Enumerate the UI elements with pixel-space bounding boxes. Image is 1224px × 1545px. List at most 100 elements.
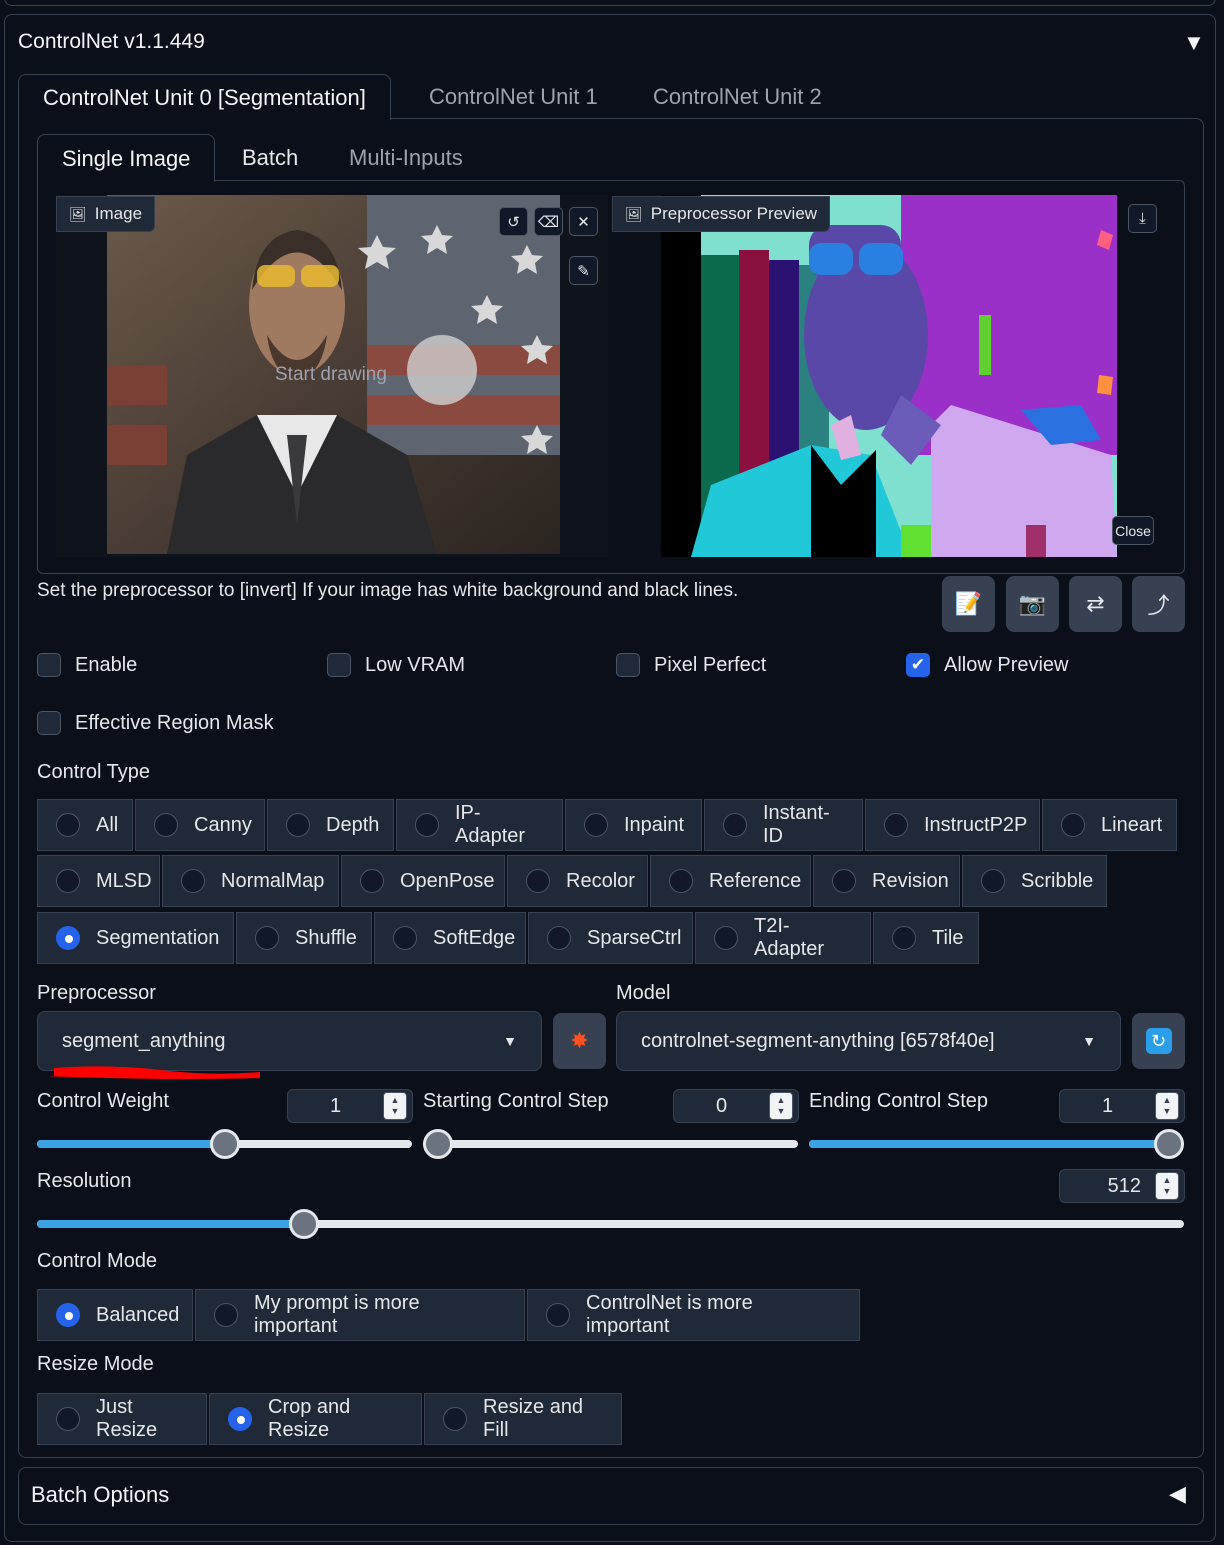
- control-type-sparsectrl[interactable]: SparseCtrl: [528, 912, 693, 964]
- radio-dot[interactable]: [181, 869, 205, 893]
- control-type-revision[interactable]: Revision: [813, 855, 960, 907]
- eraser-icon[interactable]: ⌫: [534, 207, 563, 236]
- control-type-inpaint[interactable]: Inpaint: [565, 799, 702, 851]
- spinner-icon[interactable]: ▲ ▼: [1155, 1172, 1179, 1200]
- radio-dot[interactable]: [393, 926, 417, 950]
- checkmark-icon[interactable]: ✔: [906, 653, 930, 677]
- slider-thumb[interactable]: [423, 1129, 453, 1159]
- effective-region-mask-checkbox[interactable]: Effective Region Mask: [37, 711, 274, 735]
- radio-dot[interactable]: [255, 926, 279, 950]
- radio-dot[interactable]: [884, 813, 908, 837]
- spinner-icon[interactable]: ▲ ▼: [1155, 1092, 1179, 1120]
- control-type-mlsd[interactable]: MLSD: [37, 855, 160, 907]
- spinner-icon[interactable]: ▲ ▼: [383, 1092, 407, 1120]
- ending-step-input[interactable]: 1 ▲ ▼: [1059, 1089, 1185, 1123]
- checkbox-box[interactable]: [37, 653, 61, 677]
- resize-mode-just-resize[interactable]: Just Resize: [37, 1393, 207, 1445]
- control-type-reference[interactable]: Reference: [650, 855, 811, 907]
- control-mode-prompt[interactable]: My prompt is more important: [195, 1289, 525, 1341]
- control-type-shuffle[interactable]: Shuffle: [236, 912, 372, 964]
- tab-batch[interactable]: Batch: [218, 134, 322, 181]
- checkbox-box[interactable]: [327, 653, 351, 677]
- enable-checkbox[interactable]: Enable: [37, 653, 137, 677]
- ending-step-slider[interactable]: [809, 1129, 1184, 1159]
- control-mode-balanced[interactable]: Balanced: [37, 1289, 193, 1341]
- control-type-softedge[interactable]: SoftEdge: [374, 912, 526, 964]
- control-type-segmentation[interactable]: Segmentation: [37, 912, 234, 964]
- radio-dot[interactable]: [546, 1303, 570, 1327]
- spinner-icon[interactable]: ▲ ▼: [769, 1092, 793, 1120]
- control-type-all[interactable]: All: [37, 799, 133, 851]
- allow-preview-checkbox[interactable]: ✔ Allow Preview: [906, 653, 1068, 677]
- radio-dot[interactable]: [526, 869, 550, 893]
- resize-mode-crop-and-resize[interactable]: Crop and Resize: [209, 1393, 422, 1445]
- close-icon[interactable]: ✕: [569, 207, 598, 236]
- radio-dot[interactable]: [56, 1407, 80, 1431]
- tab-single-image[interactable]: Single Image: [37, 134, 216, 182]
- radio-dot[interactable]: [723, 813, 747, 837]
- swap-icon[interactable]: ⇄: [1069, 576, 1122, 632]
- control-type-openpose[interactable]: OpenPose: [341, 855, 505, 907]
- radio-dot-selected[interactable]: [56, 926, 80, 950]
- radio-dot[interactable]: [56, 869, 80, 893]
- send-dimensions-icon[interactable]: ⤴: [1132, 576, 1185, 632]
- camera-icon[interactable]: 📷: [1006, 576, 1059, 632]
- control-type-instructp2p[interactable]: InstructP2P: [865, 799, 1040, 851]
- close-preview-button[interactable]: Close: [1112, 516, 1154, 545]
- control-type-tile[interactable]: Tile: [873, 912, 979, 964]
- radio-dot[interactable]: [1061, 813, 1085, 837]
- radio-dot[interactable]: [286, 813, 310, 837]
- pixel-perfect-checkbox[interactable]: Pixel Perfect: [616, 653, 766, 677]
- tab-unit-2[interactable]: ControlNet Unit 2: [629, 74, 846, 119]
- control-type-ip-adapter[interactable]: IP-Adapter: [396, 799, 563, 851]
- model-dropdown[interactable]: controlnet-segment-anything [6578f40e] ▼: [616, 1011, 1121, 1071]
- batch-options-accordion[interactable]: [18, 1467, 1204, 1525]
- radio-dot[interactable]: [714, 926, 738, 950]
- collapse-arrow-icon[interactable]: ▼: [1183, 30, 1205, 56]
- radio-dot[interactable]: [360, 869, 384, 893]
- brush-icon[interactable]: ✎: [569, 256, 598, 285]
- control-weight-input[interactable]: 1 ▲ ▼: [287, 1089, 413, 1123]
- download-icon[interactable]: ⤓: [1128, 204, 1157, 233]
- control-type-canny[interactable]: Canny: [135, 799, 265, 851]
- control-type-depth[interactable]: Depth: [267, 799, 394, 851]
- radio-dot[interactable]: [214, 1303, 238, 1327]
- edit-icon[interactable]: 📝: [942, 576, 995, 632]
- resolution-slider[interactable]: [37, 1209, 1184, 1239]
- radio-dot[interactable]: [415, 813, 439, 837]
- radio-dot[interactable]: [443, 1407, 467, 1431]
- undo-icon[interactable]: ↺: [499, 207, 528, 236]
- radio-dot[interactable]: [547, 926, 571, 950]
- radio-dot-selected[interactable]: [228, 1407, 252, 1431]
- tab-unit-1[interactable]: ControlNet Unit 1: [405, 74, 622, 119]
- slider-thumb[interactable]: [289, 1209, 319, 1239]
- low-vram-checkbox[interactable]: Low VRAM: [327, 653, 465, 677]
- control-type-normalmap[interactable]: NormalMap: [162, 855, 339, 907]
- radio-dot[interactable]: [56, 813, 80, 837]
- refresh-icon[interactable]: ↻: [1132, 1013, 1185, 1069]
- radio-dot[interactable]: [981, 869, 1005, 893]
- starting-step-slider[interactable]: [423, 1129, 798, 1159]
- resolution-input[interactable]: 512 ▲ ▼: [1059, 1169, 1185, 1203]
- slider-thumb[interactable]: [210, 1129, 240, 1159]
- checkbox-box[interactable]: [37, 711, 61, 735]
- radio-dot-selected[interactable]: [56, 1303, 80, 1327]
- control-type-instant-id[interactable]: Instant-ID: [704, 799, 863, 851]
- control-weight-slider[interactable]: [37, 1129, 412, 1159]
- tab-multi-inputs[interactable]: Multi-Inputs: [325, 134, 487, 181]
- panel-title[interactable]: ControlNet v1.1.449: [18, 30, 205, 54]
- radio-dot[interactable]: [154, 813, 178, 837]
- control-type-lineart[interactable]: Lineart: [1042, 799, 1177, 851]
- radio-dot[interactable]: [892, 926, 916, 950]
- control-type-scribble[interactable]: Scribble: [962, 855, 1107, 907]
- batch-options-label[interactable]: Batch Options: [31, 1482, 169, 1508]
- control-type-t2i-adapter[interactable]: T2I-Adapter: [695, 912, 871, 964]
- control-type-recolor[interactable]: Recolor: [507, 855, 648, 907]
- control-mode-controlnet[interactable]: ControlNet is more important: [527, 1289, 860, 1341]
- radio-dot[interactable]: [669, 869, 693, 893]
- checkbox-box[interactable]: [616, 653, 640, 677]
- resize-mode-resize-and-fill[interactable]: Resize and Fill: [424, 1393, 622, 1445]
- radio-dot[interactable]: [584, 813, 608, 837]
- radio-dot[interactable]: [832, 869, 856, 893]
- expand-arrow-icon[interactable]: ◀: [1169, 1481, 1186, 1507]
